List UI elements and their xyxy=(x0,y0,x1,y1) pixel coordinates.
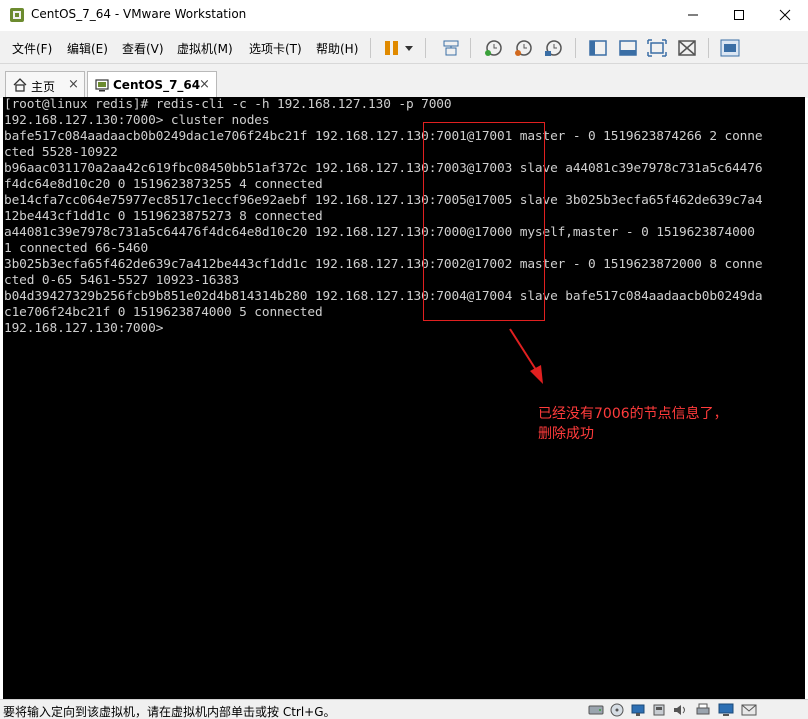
terminal-line: cted 5528-10922 xyxy=(4,145,118,160)
take-snapshot-button[interactable] xyxy=(483,38,505,58)
terminal-line: cted 0-65 5461-5527 10923-16383 xyxy=(4,273,240,288)
fullscreen-icon xyxy=(647,39,667,57)
terminal-line: bafe517c084aadaacb0b0249dac1e706f24bc21f… xyxy=(4,129,763,144)
tab-home-close-icon[interactable]: × xyxy=(68,77,79,92)
menu-help[interactable]: 帮助(H) xyxy=(316,40,358,57)
highlight-box xyxy=(423,122,545,321)
home-icon xyxy=(13,78,27,92)
usb-icon[interactable] xyxy=(651,703,667,717)
terminal-line: 3b025b3ecfa65f462de639c7a412be443cf1dd1c… xyxy=(4,257,763,272)
pause-icon xyxy=(385,41,398,55)
tab-centos[interactable]: CentOS_7_64 × xyxy=(87,71,217,99)
minimize-icon xyxy=(688,14,698,16)
tab-centos-label: CentOS_7_64 xyxy=(113,78,201,92)
terminal-prompt: 192.168.127.130:7000> xyxy=(4,321,164,336)
maximize-button[interactable] xyxy=(716,0,762,31)
show-library-button[interactable] xyxy=(587,38,609,58)
snapshot-manager-button[interactable] xyxy=(543,38,565,58)
terminal-line: be14cfa7cc064e75977ec8517c1eccf96e92aebf… xyxy=(4,193,763,208)
pause-button[interactable] xyxy=(381,38,403,58)
send-ctrl-alt-del-button[interactable] xyxy=(440,38,462,58)
vmware-app-icon xyxy=(9,7,25,23)
terminal-line: b04d39427329b256fcb9b851e02d4b814314b280… xyxy=(4,289,763,304)
toolbar-separator xyxy=(708,38,709,58)
display-icon[interactable] xyxy=(718,703,734,717)
tab-centos-close-icon[interactable]: × xyxy=(199,77,210,92)
menu-view[interactable]: 查看(V) xyxy=(122,40,164,57)
tab-bar: 主页 × CentOS_7_64 × xyxy=(0,64,808,99)
status-bar: 要将输入定向到该虚拟机，请在虚拟机内部单击或按 Ctrl+G。 xyxy=(0,699,808,719)
toolbar-separator xyxy=(425,38,426,58)
menu-edit[interactable]: 编辑(E) xyxy=(67,40,108,57)
dropdown-icon xyxy=(405,46,413,51)
revert-snapshot-button[interactable] xyxy=(513,38,535,58)
tab-home[interactable]: 主页 × xyxy=(5,71,85,98)
menu-file[interactable]: 文件(F) xyxy=(12,40,52,57)
tab-home-label: 主页 xyxy=(31,80,56,94)
vm-icon xyxy=(95,79,109,92)
network-icon[interactable] xyxy=(630,703,646,717)
hard-disk-icon[interactable] xyxy=(588,703,604,717)
power-dropdown-button[interactable] xyxy=(402,38,416,58)
thumbnail-icon xyxy=(720,39,740,57)
terminal-line: 12be443cf1dd1c 0 1519623875273 8 connect… xyxy=(4,209,323,224)
menu-bar: 文件(F) 编辑(E) 查看(V) 虚拟机(M) 选项卡(T) 帮助(H) xyxy=(0,31,808,64)
sound-icon[interactable] xyxy=(672,703,688,717)
thumbnail-view-button[interactable] xyxy=(719,38,741,58)
terminal-line: a44081c39e7978c731a5c64476f4dc64e8d10c20… xyxy=(4,225,755,240)
unity-icon xyxy=(678,40,696,56)
close-icon xyxy=(779,9,791,21)
terminal-line: [root@linux redis]# redis-cli -c -h 192.… xyxy=(4,97,452,112)
menu-tabs[interactable]: 选项卡(T) xyxy=(249,40,302,57)
cd-rom-icon[interactable] xyxy=(609,703,625,717)
send-ctrl-alt-del-icon xyxy=(443,40,459,56)
minimize-button[interactable] xyxy=(670,0,716,31)
console-view-button[interactable] xyxy=(617,38,639,58)
annotation-line-2: 删除成功 xyxy=(538,426,594,442)
message-icon[interactable] xyxy=(741,703,757,717)
annotation-text: 已经没有7006的节点信息了， 删除成功 xyxy=(538,404,728,444)
revert-snapshot-icon xyxy=(515,40,532,56)
snapshot-manager-icon xyxy=(545,40,562,56)
menu-vm[interactable]: 虚拟机(M) xyxy=(177,40,233,57)
fullscreen-button[interactable] xyxy=(646,38,668,58)
window-title: CentOS_7_64 - VMware Workstation xyxy=(31,7,247,21)
terminal-line: 1 connected 66-5460 xyxy=(4,241,149,256)
snapshot-icon xyxy=(485,40,502,56)
printer-icon[interactable] xyxy=(695,703,711,717)
title-bar: CentOS_7_64 - VMware Workstation xyxy=(0,0,808,31)
toolbar-separator xyxy=(370,38,371,58)
terminal-line: b96aac031170a2aa42c619fbc08450bb51af372c… xyxy=(4,161,763,176)
close-button[interactable] xyxy=(762,0,808,31)
vm-console[interactable]: [root@linux redis]# redis-cli -c -h 192.… xyxy=(3,97,805,699)
maximize-icon xyxy=(734,10,744,20)
console-view-icon xyxy=(619,40,637,56)
toolbar-separator xyxy=(575,38,576,58)
status-message: 要将输入定向到该虚拟机，请在虚拟机内部单击或按 Ctrl+G。 xyxy=(3,705,336,719)
toolbar-separator xyxy=(470,38,471,58)
sidebar-icon xyxy=(589,40,607,56)
annotation-arrow xyxy=(509,328,543,384)
unity-button[interactable] xyxy=(676,38,698,58)
terminal-line: 192.168.127.130:7000> cluster nodes xyxy=(4,113,270,128)
terminal-line: f4dc64e8d10c20 0 1519623873255 4 connect… xyxy=(4,177,323,192)
annotation-line-1: 已经没有7006的节点信息了， xyxy=(538,406,728,422)
terminal-line: c1e706f24bc21f 0 1519623874000 5 connect… xyxy=(4,305,323,320)
